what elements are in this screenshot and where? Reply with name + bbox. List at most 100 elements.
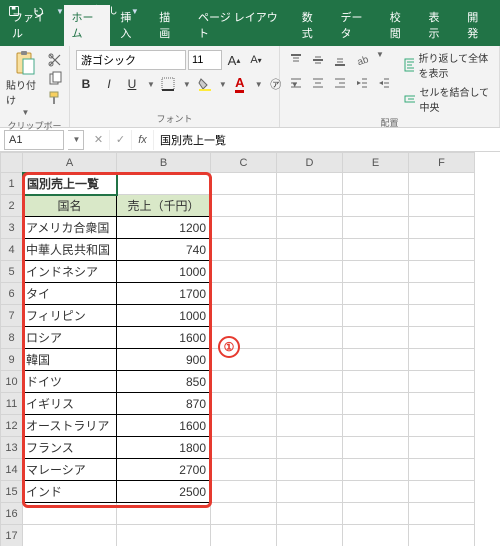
cell[interactable] (277, 239, 343, 261)
cell[interactable] (277, 305, 343, 327)
cell[interactable]: 1000 (117, 261, 211, 283)
cell[interactable] (211, 503, 277, 525)
italic-button[interactable]: I (99, 74, 119, 94)
cell[interactable] (409, 503, 475, 525)
fill-color-icon[interactable] (194, 74, 214, 94)
cell[interactable]: ドイツ (23, 371, 117, 393)
border-dropdown-icon[interactable]: ▼ (183, 80, 191, 89)
cell[interactable] (211, 393, 277, 415)
row-header[interactable]: 10 (1, 371, 23, 393)
cell[interactable] (211, 459, 277, 481)
fill-dropdown-icon[interactable]: ▼ (219, 80, 227, 89)
cell[interactable]: オーストラリア (23, 415, 117, 437)
cell[interactable] (211, 283, 277, 305)
tab-developer[interactable]: 開発 (459, 5, 496, 46)
cell[interactable]: 850 (117, 371, 211, 393)
format-painter-icon[interactable] (47, 90, 63, 106)
row-header[interactable]: 2 (1, 195, 23, 217)
cell[interactable] (277, 459, 343, 481)
cell[interactable] (409, 437, 475, 459)
cell[interactable] (343, 349, 409, 371)
cell[interactable] (409, 459, 475, 481)
col-header-f[interactable]: F (409, 153, 475, 173)
cell[interactable] (211, 261, 277, 283)
cell[interactable] (277, 415, 343, 437)
cell[interactable]: 1600 (117, 415, 211, 437)
row-header[interactable]: 9 (1, 349, 23, 371)
tab-page-layout[interactable]: ページ レイアウト (190, 5, 292, 46)
cell[interactable] (343, 283, 409, 305)
cell[interactable]: ロシア (23, 327, 117, 349)
row-header[interactable]: 11 (1, 393, 23, 415)
cell[interactable]: インド (23, 481, 117, 503)
cell[interactable] (409, 217, 475, 239)
cell[interactable] (343, 327, 409, 349)
row-header[interactable]: 6 (1, 283, 23, 305)
orientation-dropdown-icon[interactable]: ▼ (376, 50, 384, 70)
cell[interactable] (409, 327, 475, 349)
cell[interactable] (409, 195, 475, 217)
cell[interactable]: タイ (23, 283, 117, 305)
cell[interactable] (409, 305, 475, 327)
cell[interactable]: 国名 (23, 195, 117, 217)
row-header[interactable]: 13 (1, 437, 23, 459)
cell[interactable] (343, 239, 409, 261)
cell[interactable] (343, 195, 409, 217)
cell[interactable] (211, 481, 277, 503)
cell[interactable] (117, 525, 211, 546)
cell[interactable] (277, 261, 343, 283)
enter-formula-icon[interactable]: ✓ (110, 130, 132, 150)
cell[interactable] (343, 503, 409, 525)
merge-center-button[interactable]: セルを結合して中央 (404, 84, 493, 114)
cell[interactable] (409, 525, 475, 546)
align-center-icon[interactable] (308, 73, 328, 93)
align-right-icon[interactable] (330, 73, 350, 93)
cell[interactable]: 2500 (117, 481, 211, 503)
align-top-icon[interactable] (286, 50, 306, 70)
cell[interactable] (409, 415, 475, 437)
cell[interactable]: 870 (117, 393, 211, 415)
cell[interactable] (211, 195, 277, 217)
row-header[interactable]: 4 (1, 239, 23, 261)
cell[interactable]: 中華人民共和国 (23, 239, 117, 261)
align-bottom-icon[interactable] (330, 50, 350, 70)
cell[interactable] (277, 437, 343, 459)
cut-icon[interactable] (47, 52, 63, 68)
cell[interactable]: 国別売上一覧 (23, 173, 117, 195)
cell[interactable] (277, 195, 343, 217)
row-header[interactable]: 3 (1, 217, 23, 239)
worksheet-grid[interactable]: A B C D E F 1国別売上一覧2国名売上（千円）3アメリカ合衆国1200… (0, 152, 500, 546)
tab-draw[interactable]: 描画 (151, 5, 188, 46)
cell[interactable]: 1800 (117, 437, 211, 459)
paste-dropdown-icon[interactable]: ▼ (22, 108, 30, 117)
name-box-dropdown-icon[interactable]: ▼ (68, 130, 84, 150)
cell[interactable] (343, 217, 409, 239)
row-header[interactable]: 5 (1, 261, 23, 283)
cell[interactable] (409, 481, 475, 503)
cell[interactable] (343, 415, 409, 437)
cell[interactable]: 2700 (117, 459, 211, 481)
cell[interactable] (277, 173, 343, 195)
underline-dropdown-icon[interactable]: ▼ (147, 80, 155, 89)
cell[interactable] (277, 525, 343, 546)
col-header-a[interactable]: A (23, 153, 117, 173)
col-header-c[interactable]: C (211, 153, 277, 173)
cell[interactable]: 1000 (117, 305, 211, 327)
cell[interactable] (277, 217, 343, 239)
cell[interactable]: アメリカ合衆国 (23, 217, 117, 239)
font-size-input[interactable] (188, 50, 222, 70)
border-icon[interactable] (158, 74, 178, 94)
cell[interactable] (343, 393, 409, 415)
cell[interactable] (277, 327, 343, 349)
increase-font-icon[interactable]: A▴ (224, 50, 244, 70)
col-header-e[interactable]: E (343, 153, 409, 173)
cell[interactable]: 900 (117, 349, 211, 371)
cell[interactable]: イギリス (23, 393, 117, 415)
cell[interactable] (277, 371, 343, 393)
cell[interactable] (211, 173, 277, 195)
cell[interactable] (409, 239, 475, 261)
row-header[interactable]: 14 (1, 459, 23, 481)
tab-home[interactable]: ホーム (64, 5, 111, 46)
paste-button[interactable]: 貼り付け ▼ (6, 50, 43, 117)
cell[interactable]: 1200 (117, 217, 211, 239)
